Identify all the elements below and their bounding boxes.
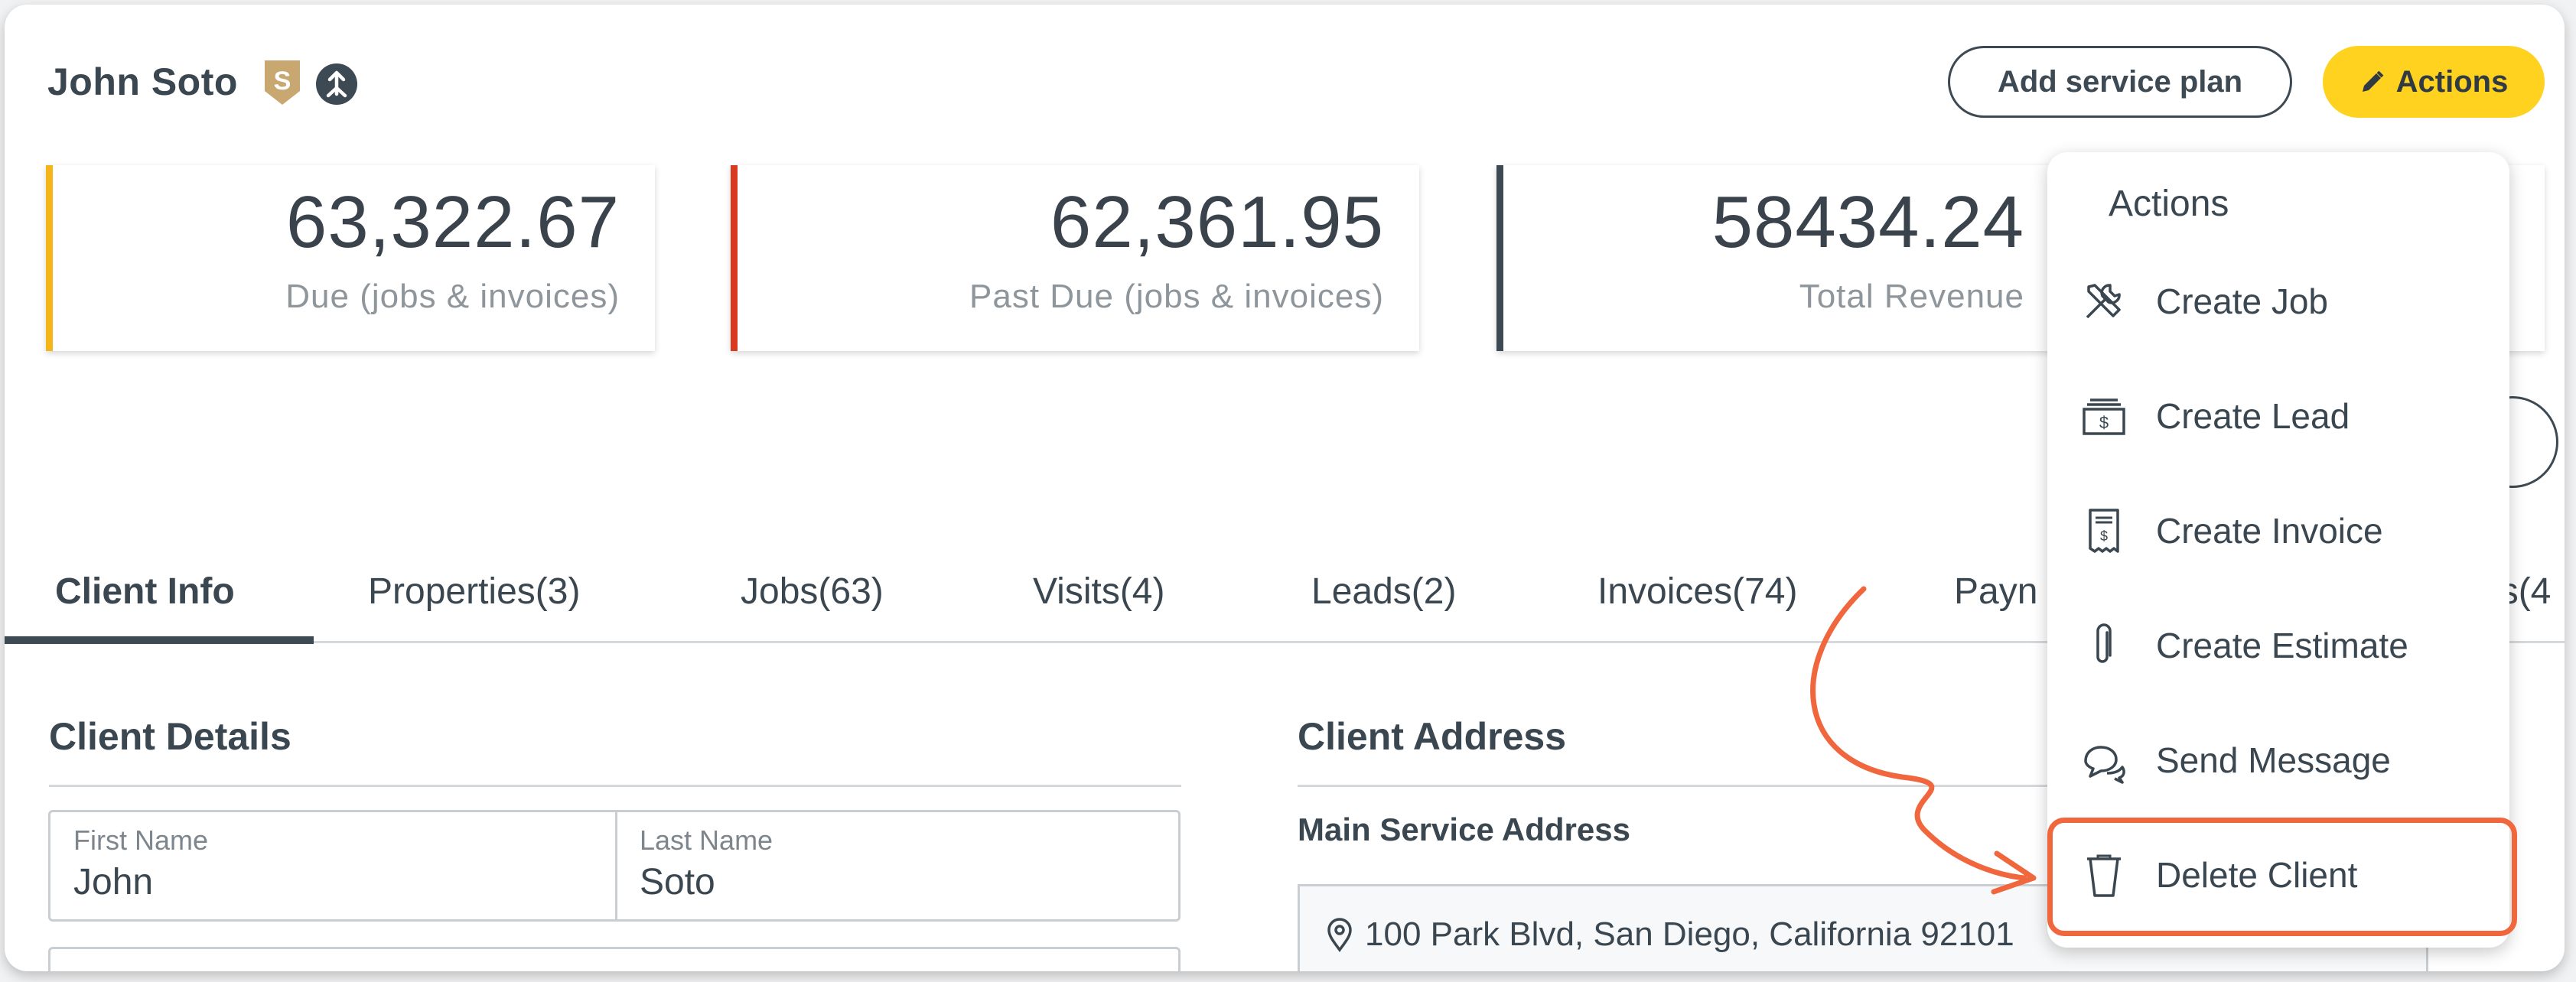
- merge-client-icon[interactable]: [316, 63, 357, 105]
- stat-card-past-due: 62,361.95 Past Due (jobs & invoices): [731, 165, 1419, 351]
- menu-item-label: Create Estimate: [2156, 626, 2408, 665]
- client-address-title: Client Address: [1298, 715, 1567, 758]
- last-name-field[interactable]: Soto: [640, 861, 715, 903]
- tab-jobs[interactable]: Jobs(63): [741, 571, 884, 613]
- stat-accent-bar: [731, 165, 738, 351]
- menu-item-label: Create Lead: [2156, 396, 2350, 436]
- paperclip-icon: [2096, 623, 2112, 663]
- svg-text:$: $: [2100, 528, 2108, 544]
- client-details-title: Client Details: [49, 715, 291, 758]
- menu-item-create-job[interactable]: Create Job: [2047, 252, 2509, 343]
- actions-menu-title: Actions: [2109, 184, 2229, 224]
- active-tab-indicator: [5, 636, 314, 644]
- client-page: John Soto S Add service plan Actions 63,…: [5, 5, 2565, 971]
- first-name-field[interactable]: John: [73, 861, 153, 903]
- delete-client-highlight: [2047, 818, 2517, 936]
- pencil-icon: [2362, 70, 2384, 92]
- stat-value: 63,322.67: [285, 181, 620, 263]
- tab-invoices[interactable]: Invoices(74): [1597, 571, 1797, 613]
- tab-payments[interactable]: Payn: [1954, 571, 2037, 613]
- svg-text:S: S: [274, 67, 291, 96]
- tab-client-info[interactable]: Client Info: [55, 571, 235, 613]
- actions-button[interactable]: Actions: [2323, 46, 2545, 118]
- stat-label: Past Due (jobs & invoices): [969, 278, 1384, 315]
- stat-label: Total Revenue: [1799, 278, 2024, 315]
- menu-item-create-lead[interactable]: $ Create Lead: [2047, 366, 2509, 458]
- name-fields: First Name John Last Name Soto: [48, 810, 1181, 922]
- add-service-plan-button[interactable]: Add service plan: [1948, 46, 2292, 118]
- client-name: John Soto: [47, 60, 238, 103]
- tab-properties[interactable]: Properties(3): [368, 571, 580, 613]
- menu-item-label: Create Invoice: [2156, 511, 2383, 551]
- next-field[interactable]: [48, 947, 1181, 971]
- section-divider: [1298, 785, 2047, 787]
- menu-item-create-estimate[interactable]: Create Estimate: [2047, 596, 2509, 688]
- svg-text:$: $: [2099, 413, 2109, 432]
- stat-accent-bar: [46, 165, 53, 351]
- cash-icon: $: [2083, 398, 2125, 435]
- address-text: 100 Park Blvd, San Diego, California 921…: [1365, 915, 2014, 953]
- chat-icon: [2084, 746, 2125, 784]
- actions-button-label: Actions: [2395, 64, 2509, 99]
- menu-item-send-message[interactable]: Send Message: [2047, 710, 2509, 802]
- receipt-icon: $: [2089, 509, 2119, 553]
- tools-icon: [2086, 284, 2121, 319]
- stat-card-due: 63,322.67 Due (jobs & invoices): [46, 165, 655, 351]
- stat-value: 62,361.95: [1050, 181, 1384, 263]
- menu-item-create-invoice[interactable]: $ Create Invoice: [2047, 481, 2509, 573]
- last-name-label: Last Name: [640, 824, 773, 856]
- main-service-address-label: Main Service Address: [1298, 811, 1630, 847]
- section-divider: [49, 785, 1181, 787]
- stat-value: 58434.24: [1711, 181, 2024, 263]
- service-plan-badge-icon: S: [265, 60, 300, 105]
- tab-leads[interactable]: Leads(2): [1311, 571, 1456, 613]
- tab-visits[interactable]: Visits(4): [1033, 571, 1164, 613]
- field-divider: [615, 812, 617, 919]
- location-pin-icon: [1327, 918, 1352, 952]
- menu-item-label: Send Message: [2156, 740, 2391, 780]
- first-name-label: First Name: [73, 824, 209, 856]
- stat-accent-bar: [1496, 165, 1503, 351]
- menu-item-label: Create Job: [2156, 281, 2329, 321]
- stat-label: Due (jobs & invoices): [285, 278, 620, 315]
